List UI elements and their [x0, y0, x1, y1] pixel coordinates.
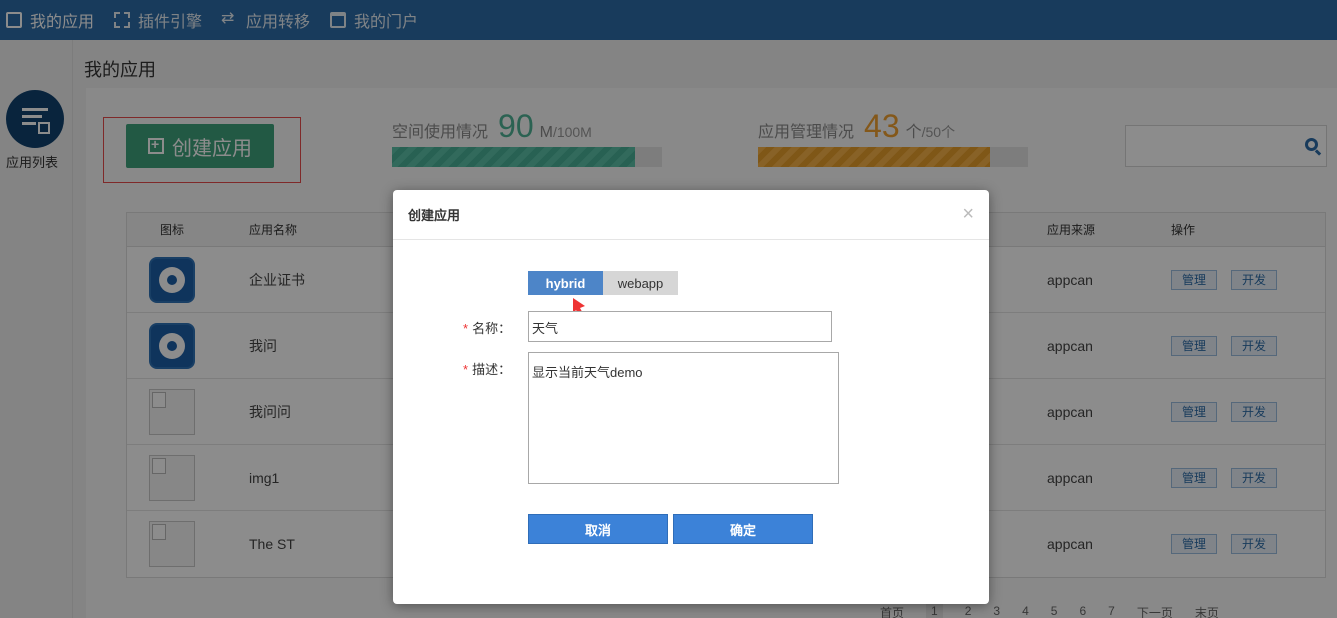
confirm-button[interactable]: 确定	[673, 514, 813, 544]
tab-hybrid[interactable]: hybrid	[528, 271, 603, 295]
description-label: * 描述：	[463, 362, 512, 377]
name-label: * 名称：	[463, 321, 512, 336]
dialog-title: 创建应用	[408, 208, 461, 223]
close-icon[interactable]: ×	[962, 203, 974, 226]
create-app-dialog: 创建应用 × hybrid webapp * 名称： 天气 * 描述： 显示当前天气…	[393, 190, 989, 604]
tab-webapp[interactable]: webapp	[603, 271, 678, 295]
dialog-header: 创建应用 ×	[393, 190, 989, 240]
description-field[interactable]: 显示当前天气demo	[528, 352, 839, 484]
cancel-button[interactable]: 取消	[528, 514, 668, 544]
name-field[interactable]: 天气	[528, 311, 832, 342]
app-type-tabs: hybrid webapp	[528, 271, 678, 295]
